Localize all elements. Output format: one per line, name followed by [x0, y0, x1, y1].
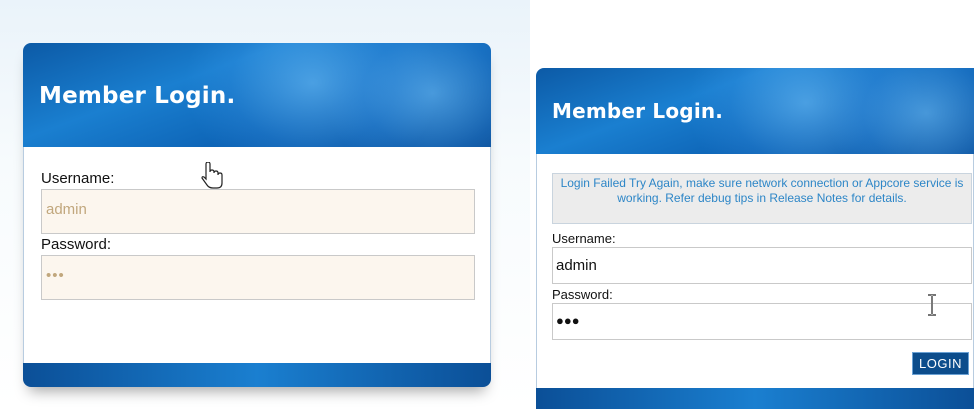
hand-pointer-icon — [201, 162, 223, 189]
username-label: Username: — [41, 170, 115, 187]
panel-title: Member Login. — [552, 99, 724, 123]
panel-title: Member Login. — [39, 83, 236, 109]
error-message: Login Failed Try Again, make sure networ… — [552, 173, 972, 224]
text-ibeam-icon — [928, 294, 936, 316]
password-input[interactable]: ••• — [41, 255, 475, 300]
panel-body: Username: admin Password: ••• — [23, 147, 491, 363]
panel-header: Member Login. — [23, 43, 491, 147]
login-panel-right: Member Login. Login Failed Try Again, ma… — [536, 68, 974, 409]
header-decoration — [826, 68, 974, 154]
username-label: Username: — [552, 231, 616, 246]
login-button[interactable]: LOGIN — [912, 352, 969, 375]
password-input[interactable]: ●●● — [552, 303, 972, 340]
password-label: Password: — [41, 236, 112, 253]
panel-body: Login Failed Try Again, make sure networ… — [536, 154, 974, 388]
panel-footer — [536, 388, 974, 409]
login-panel-left: Member Login. Username: admin Password: … — [23, 43, 491, 387]
username-input[interactable]: admin — [552, 247, 972, 284]
header-decoration — [323, 43, 491, 147]
password-label: Password: — [552, 287, 613, 302]
username-input[interactable]: admin — [41, 189, 475, 234]
panel-header: Member Login. — [536, 68, 974, 154]
panel-footer — [23, 363, 491, 387]
